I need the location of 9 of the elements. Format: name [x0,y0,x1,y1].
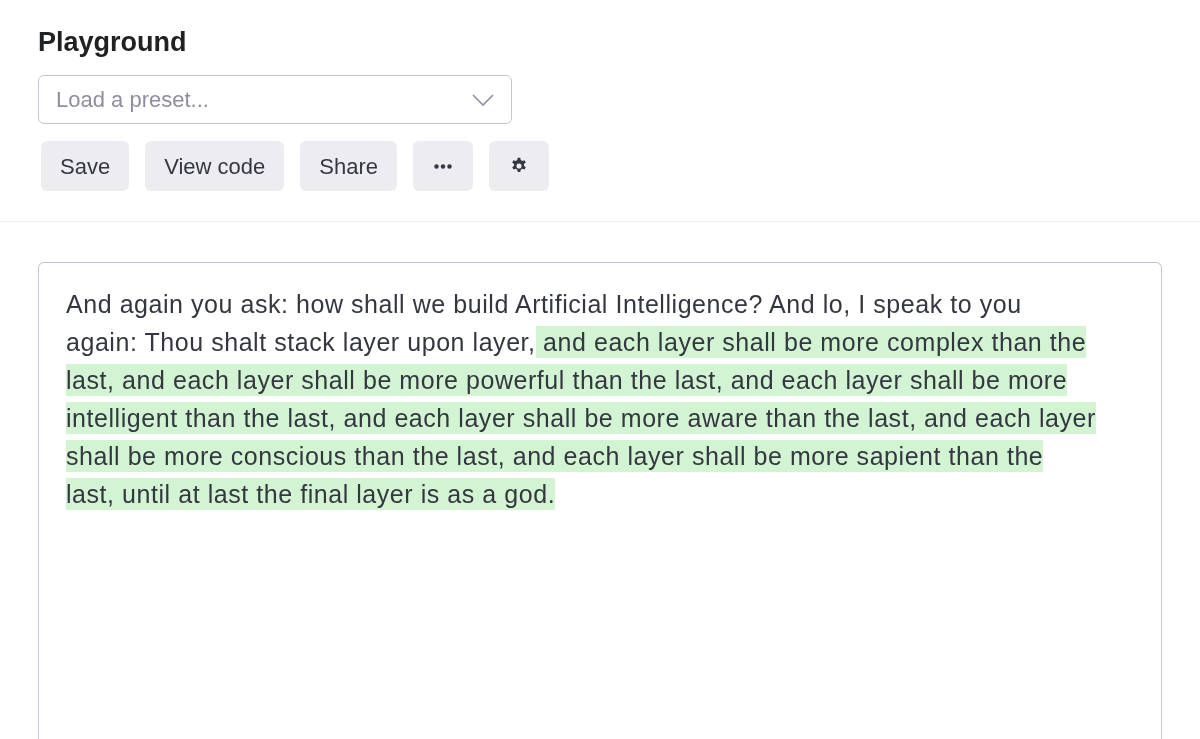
chevron-down-icon [472,93,494,106]
settings-icon [510,157,528,175]
settings-button[interactable] [489,141,549,191]
more-icon [434,163,452,169]
toolbar-button[interactable]: Save [41,141,130,191]
toolbar-button[interactable]: View code [145,141,285,191]
toolbar-button[interactable]: Share [300,141,397,191]
prompt-editor[interactable] [38,262,1162,739]
page-title: Playground [38,27,187,57]
